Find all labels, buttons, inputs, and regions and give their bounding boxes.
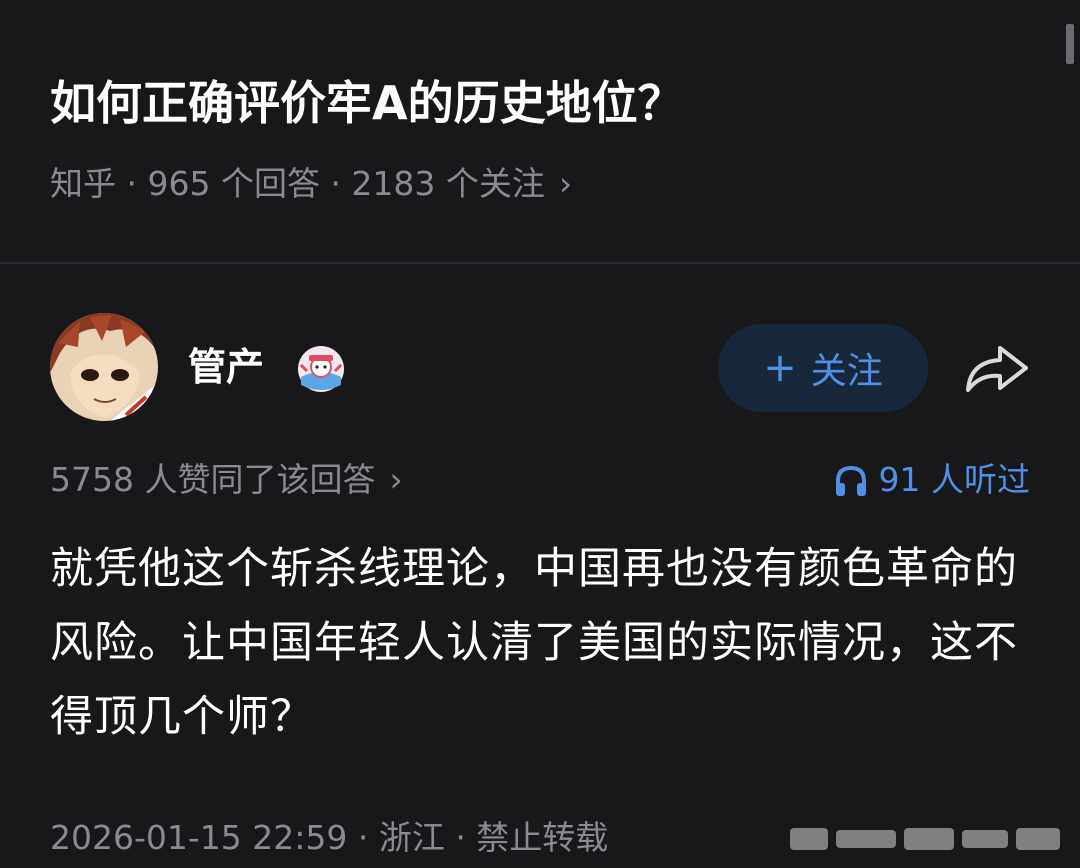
- answer-text[interactable]: 就凭他这个斩杀线理论，中国再也没有颜色革命的风险。让中国年轻人认清了美国的实际情…: [50, 532, 1040, 754]
- question-title[interactable]: 如何正确评价牢A的历史地位？: [50, 70, 684, 136]
- creator-badge-icon[interactable]: [297, 345, 345, 393]
- plus-icon: +: [763, 345, 797, 391]
- scrollbar[interactable]: [1066, 24, 1074, 64]
- question-meta-text: 知乎 · 965 个回答 · 2183 个关注: [50, 164, 545, 203]
- author-name[interactable]: 管产: [188, 340, 264, 394]
- watermark: [780, 818, 1070, 858]
- divider: [0, 262, 1080, 264]
- question-meta[interactable]: 知乎 · 965 个回答 · 2183 个关注 ›: [50, 160, 572, 208]
- listen-count[interactable]: 91 人听过: [833, 456, 1030, 504]
- chevron-right-icon: ›: [558, 164, 573, 203]
- listen-count-text: 91 人听过: [878, 460, 1030, 499]
- answer-footer-meta: 2026-01-15 22:59 · 浙江 · 禁止转载: [50, 818, 609, 857]
- headphones-icon: [835, 465, 866, 496]
- upvote-count[interactable]: 5758 人赞同了该回答 ›: [50, 456, 403, 504]
- upvote-count-text: 5758 人赞同了该回答: [50, 460, 376, 499]
- chevron-right-icon: ›: [389, 460, 403, 499]
- share-icon[interactable]: [960, 338, 1032, 398]
- avatar[interactable]: [50, 313, 158, 421]
- follow-button-label: 关注: [810, 351, 883, 392]
- follow-button[interactable]: + 关注: [718, 324, 928, 412]
